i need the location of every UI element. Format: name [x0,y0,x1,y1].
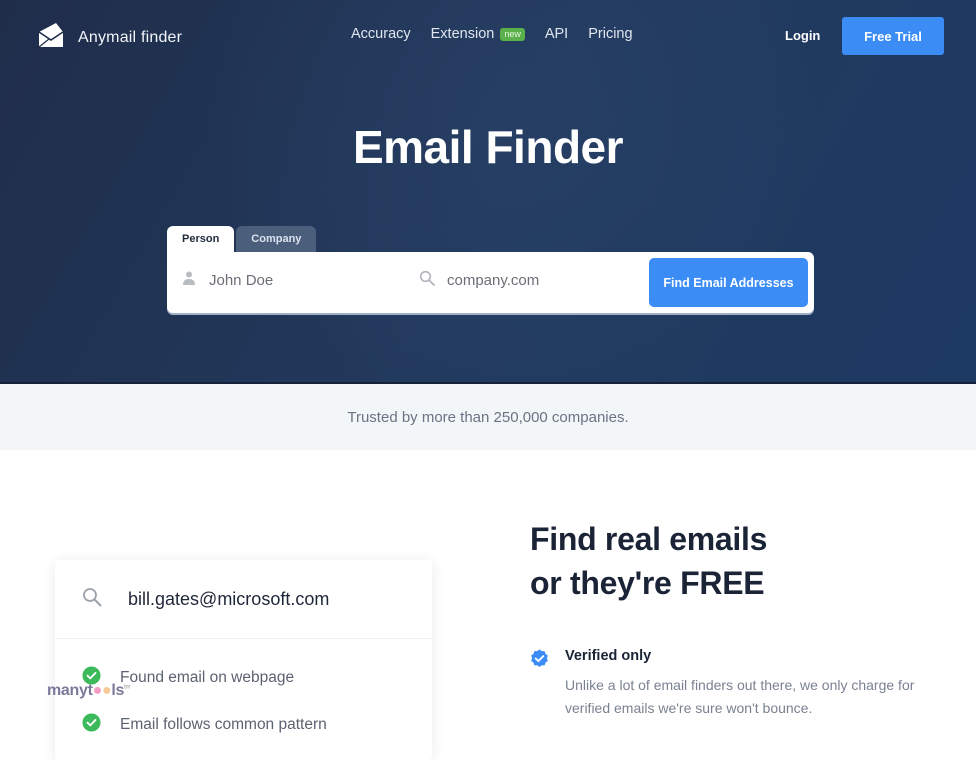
tab-company[interactable]: Company [236,226,317,252]
watermark-tm: tm [124,684,131,691]
new-badge: new [500,27,525,41]
hero-section: Anymail finder Accuracy Extension new AP… [0,0,976,384]
person-icon [181,270,197,290]
tab-person[interactable]: Person [167,226,235,252]
check-item-label: Email follows common pattern [120,716,327,733]
company-domain-field[interactable]: company.com [419,270,539,290]
page-title: Email Finder [352,121,624,173]
brand-logo[interactable]: Anymail finder [36,20,182,55]
feature-title: Verified only [565,648,652,664]
verified-badge-icon [530,649,549,668]
check-circle-icon [82,713,101,737]
brand-name: Anymail finder [78,28,183,46]
headline-line-1: Find real emails [530,521,768,557]
main-nav: Accuracy Extension new API Pricing [351,26,633,42]
person-name-placeholder: John Doe [209,271,274,289]
feature-description: Unlike a lot of email finders out there,… [565,677,915,716]
nav-item-pricing[interactable]: Pricing [588,26,632,42]
demo-result-card: bill.gates@microsoft.com Found email on … [55,560,432,760]
login-link[interactable]: Login [785,28,820,43]
search-tabs: Person Company [167,226,317,252]
search-icon [82,587,102,612]
check-item: Email follows common pattern [82,713,327,737]
free-trial-button[interactable]: Free Trial [842,17,944,55]
demo-email: bill.gates@microsoft.com [128,588,330,609]
nav-item-accuracy[interactable]: Accuracy [351,26,411,42]
person-name-field[interactable]: John Doe [181,270,273,290]
nav-item-extension[interactable]: Extension new [431,26,525,42]
headline-line-2: or they're FREE [530,565,765,601]
nav-item-extension-label: Extension [430,26,495,42]
search-form: John Doe company.com Find Email Addresse… [167,252,814,313]
section-headline: Find real emails or they're FREE [530,517,767,605]
trusted-text: Trusted by more than 250,000 companies. [347,408,629,426]
manytools-watermark: manyt●●lstm [47,682,131,699]
find-email-addresses-button[interactable]: Find Email Addresses [649,258,808,307]
nav-item-api[interactable]: API [545,26,568,42]
check-item-label: Found email on webpage [120,669,295,686]
company-domain-placeholder: company.com [447,271,540,289]
demo-search-row: bill.gates@microsoft.com [55,560,432,639]
envelope-icon [36,20,66,55]
watermark-text-start: manyt [47,682,93,699]
search-icon [419,270,435,290]
watermark-text-end: ls [111,682,125,699]
trusted-banner: Trusted by more than 250,000 companies. [0,384,976,450]
